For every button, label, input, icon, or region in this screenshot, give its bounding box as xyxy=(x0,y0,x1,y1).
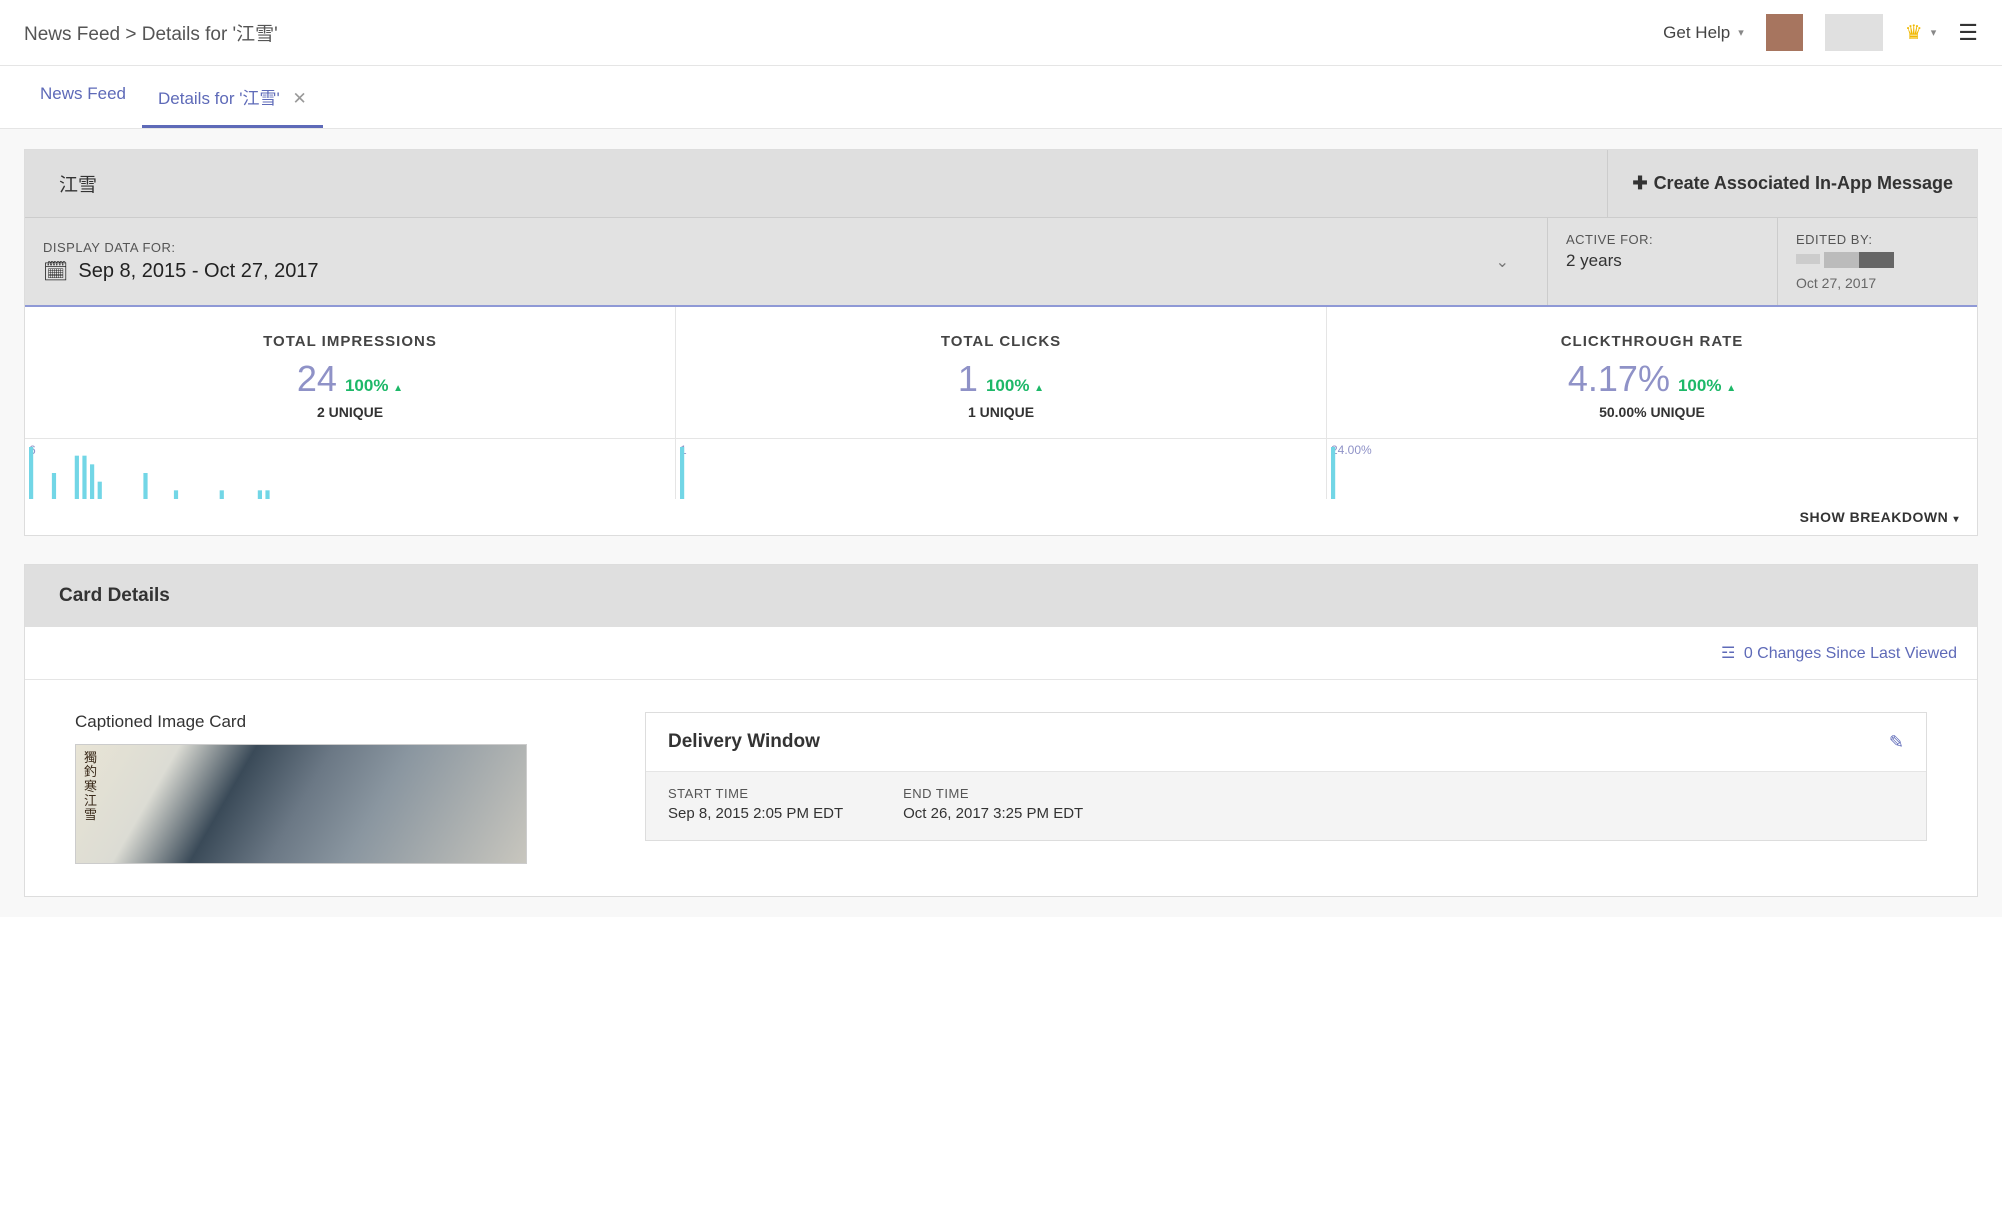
metric-clicks: TOTAL CLICKS 1 100% ▲ 1 UNIQUE xyxy=(676,307,1327,438)
up-arrow-icon: ▲ xyxy=(1726,383,1736,394)
workspace-logo[interactable] xyxy=(1825,14,1883,51)
metric-sub: 1 UNIQUE xyxy=(676,404,1326,420)
date-range-label: DISPLAY DATA FOR: xyxy=(43,240,319,255)
metric-sub: 50.00% UNIQUE xyxy=(1327,404,1977,420)
active-for-label: ACTIVE FOR: xyxy=(1566,232,1759,247)
metric-label: TOTAL IMPRESSIONS xyxy=(25,333,675,350)
create-message-label: Create Associated In-App Message xyxy=(1654,173,1953,194)
chevron-down-icon: ▾ xyxy=(1931,26,1937,39)
crown-menu[interactable]: ♛ ▾ xyxy=(1905,20,1936,45)
metric-label: CLICKTHROUGH RATE xyxy=(1327,333,1977,350)
breadcrumb: News Feed > Details for '江雪' xyxy=(24,19,278,46)
metric-label: TOTAL CLICKS xyxy=(676,333,1326,350)
spark-chart xyxy=(680,447,1138,499)
metric-ctr: CLICKTHROUGH RATE 4.17% 100% ▲ 50.00% UN… xyxy=(1327,307,1977,438)
hamburger-menu[interactable]: ☰ xyxy=(1958,20,1978,46)
up-arrow-icon: ▲ xyxy=(1034,383,1044,394)
date-range-value: Sep 8, 2015 - Oct 27, 2017 xyxy=(78,260,318,283)
metric-impressions: TOTAL IMPRESSIONS 24 100% ▲ 2 UNIQUE xyxy=(25,307,676,438)
card-preview-image: 獨釣寒江雪 xyxy=(75,744,527,864)
tab-news-feed[interactable]: News Feed xyxy=(24,66,142,128)
edited-by-label: EDITED BY: xyxy=(1796,232,1959,247)
sparkline-clicks: 1 xyxy=(676,439,1327,499)
edit-icon[interactable]: ✎ xyxy=(1889,732,1904,753)
start-time-value: Sep 8, 2015 2:05 PM EDT xyxy=(668,805,843,822)
editor-avatar xyxy=(1796,254,1820,264)
spark-chart xyxy=(1331,447,1789,499)
calendar-icon: 🗓 xyxy=(43,259,68,284)
chevron-down-icon: ▾ xyxy=(1738,26,1744,39)
chevron-down-icon: ⌄ xyxy=(1496,252,1529,272)
delivery-window-title: Delivery Window xyxy=(668,731,820,753)
metric-pct: 100% xyxy=(986,376,1029,395)
close-icon[interactable]: ✕ xyxy=(292,89,306,108)
active-for-value: 2 years xyxy=(1566,251,1759,271)
crown-icon: ♛ xyxy=(1905,20,1923,45)
metric-value: 24 xyxy=(297,358,337,400)
avatar[interactable] xyxy=(1766,14,1803,51)
changes-label: 0 Changes Since Last Viewed xyxy=(1744,645,1957,662)
tab-details[interactable]: Details for '江雪' ✕ xyxy=(142,66,323,128)
edited-date: Oct 27, 2017 xyxy=(1796,275,1959,291)
get-help-dropdown[interactable]: Get Help ▾ xyxy=(1663,23,1744,43)
spark-chart xyxy=(29,447,487,499)
caret-down-icon: ▾ xyxy=(1950,514,1959,525)
page-title: 江雪 xyxy=(25,150,131,217)
show-breakdown-toggle[interactable]: SHOW BREAKDOWN ▾ xyxy=(25,499,1977,535)
metric-pct: 100% xyxy=(1678,376,1721,395)
sparkline-ctr: 24.00% xyxy=(1327,439,1977,499)
end-time-label: END TIME xyxy=(903,786,1083,801)
sparkline-impressions: 6 xyxy=(25,439,676,499)
breakdown-label: SHOW BREAKDOWN xyxy=(1800,509,1949,525)
metric-pct: 100% xyxy=(345,376,388,395)
tabs-bar: News Feed Details for '江雪' ✕ xyxy=(0,66,2002,129)
list-icon: ☲ xyxy=(1721,645,1735,662)
get-help-label: Get Help xyxy=(1663,23,1730,43)
changes-since-viewed[interactable]: ☲ 0 Changes Since Last Viewed xyxy=(25,627,1977,680)
tab-label: Details for '江雪' xyxy=(158,89,280,108)
start-time-label: START TIME xyxy=(668,786,843,801)
card-type-label: Captioned Image Card xyxy=(75,712,555,732)
metric-sub: 2 UNIQUE xyxy=(25,404,675,420)
card-details-header: Card Details xyxy=(24,564,1978,627)
date-range-picker[interactable]: DISPLAY DATA FOR: 🗓 Sep 8, 2015 - Oct 27… xyxy=(25,218,1547,305)
plus-icon: ✚ xyxy=(1632,173,1647,194)
metric-value: 4.17% xyxy=(1568,358,1670,400)
up-arrow-icon: ▲ xyxy=(393,383,403,394)
metric-value: 1 xyxy=(958,358,978,400)
end-time-value: Oct 26, 2017 3:25 PM EDT xyxy=(903,805,1083,822)
editor-name xyxy=(1824,252,1894,268)
create-message-button[interactable]: ✚ Create Associated In-App Message xyxy=(1607,150,1977,217)
